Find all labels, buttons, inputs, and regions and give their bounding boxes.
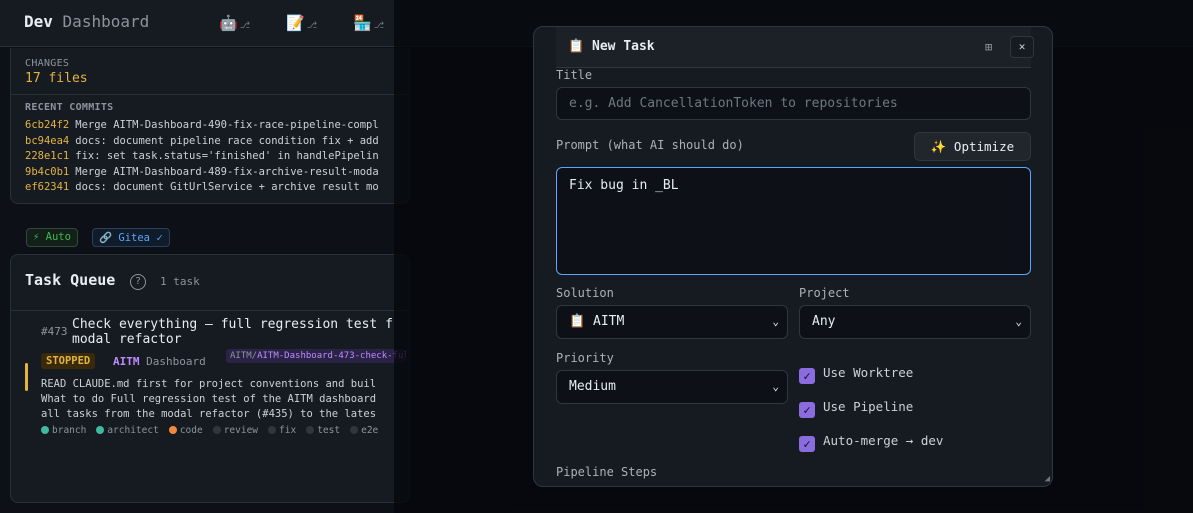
chevron-down-icon: ⌄ <box>772 380 779 393</box>
robot-icon[interactable]: 🤖 ⎇ <box>219 14 250 32</box>
solution-label: Solution <box>556 286 614 300</box>
status-dot-icon <box>96 426 105 434</box>
check-icon: ✓ <box>799 402 815 418</box>
prompt-label: Prompt (what AI should do) <box>556 138 744 152</box>
auto-pill[interactable]: ⚡ Auto <box>26 228 78 247</box>
status-dot-icon <box>350 426 359 434</box>
recent-commits-label: RECENT COMMITS <box>25 102 114 113</box>
memo-icon[interactable]: 📝 ⎇ <box>286 14 317 32</box>
status-dot-icon <box>306 426 315 434</box>
project-select[interactable]: Any ⌄ <box>799 305 1031 339</box>
pipeline-step-review: review <box>212 425 258 436</box>
chevron-down-icon: ⌄ <box>1015 315 1022 328</box>
changes-value: 17 files <box>25 71 88 86</box>
status-dot-icon <box>41 426 49 434</box>
pipeline-step-branch: branch <box>41 425 86 436</box>
pipeline-step-architect: architect <box>96 425 159 436</box>
divider <box>11 94 409 95</box>
pipeline-steps: branch architect code review fix test e2e <box>41 425 388 436</box>
pipeline-step-code: code <box>168 425 203 436</box>
modal-header: 📋 New Task ⊞ ✕ <box>556 27 1034 68</box>
task-title[interactable]: Check everything — full regression test … <box>72 317 402 347</box>
project-label: Project <box>799 286 850 300</box>
pipeline-step-e2e: e2e <box>350 425 378 436</box>
commit-row[interactable]: bc94ea4 docs: document pipeline race cond… <box>25 134 405 150</box>
task-description: READ CLAUDE.md first for project convent… <box>41 378 377 420</box>
use-pipeline-checkbox[interactable]: ✓ Use Pipeline <box>799 399 913 418</box>
status-dot-icon <box>212 426 221 434</box>
pipeline-steps-label: Pipeline Steps <box>556 465 658 479</box>
check-icon: ✓ <box>799 436 815 452</box>
task-queue-title: Task Queue <box>25 271 116 289</box>
title-input[interactable] <box>556 87 1031 120</box>
commit-row[interactable]: 228e1c1 fix: set task.status='finished' i… <box>25 149 405 165</box>
divider <box>11 310 409 311</box>
modal-title: 📋 New Task <box>568 39 655 54</box>
priority-select[interactable]: Medium ⌄ <box>556 370 788 404</box>
status-dot-icon <box>168 426 177 434</box>
use-worktree-checkbox[interactable]: ✓ Use Worktree <box>799 365 913 384</box>
commit-row[interactable]: 9b4c0b1 Merge AITM-Dashboard-489-fix-arch… <box>25 165 405 181</box>
task-queue-card: Task Queue ? 1 task #473 Check everythin… <box>10 254 410 503</box>
help-icon[interactable]: ? <box>130 274 146 290</box>
gitea-pill[interactable]: 🔗 Gitea ✓ <box>92 228 170 247</box>
pipeline-step-fix: fix <box>268 425 296 436</box>
expand-icon[interactable]: ⊞ <box>985 40 992 54</box>
task-number: #473 <box>41 325 68 338</box>
task-project: AITM Dashboard <box>113 355 206 368</box>
branch-tag[interactable]: AITM/AITM-Dashboard-473-check-full-regre… <box>226 349 406 363</box>
status-dot-icon <box>268 426 277 434</box>
store-icon[interactable]: 🏪 ⎇ <box>353 14 384 32</box>
status-accent-bar <box>25 363 28 391</box>
title-label: Title <box>556 68 593 82</box>
commit-row[interactable]: ef62341 docs: document GitUrlService + ar… <box>25 180 405 196</box>
chevron-down-icon: ⌄ <box>772 315 779 328</box>
status-badge: STOPPED <box>41 353 96 369</box>
clipboard-icon: 📋 <box>568 39 585 54</box>
task-count: 1 task <box>160 275 200 288</box>
repo-card: CHANGES 17 files RECENT COMMITS 6cb24f2 M… <box>10 48 410 204</box>
close-button[interactable]: ✕ <box>1010 36 1034 58</box>
new-task-modal: 📋 New Task ⊞ ✕ Title Prompt (what AI sho… <box>533 26 1053 487</box>
brand[interactable]: Dev Dashboard <box>24 12 149 31</box>
prompt-textarea[interactable] <box>556 167 1031 275</box>
changes-label: CHANGES <box>25 58 70 69</box>
priority-label: Priority <box>556 351 614 365</box>
solution-select[interactable]: 📋 AITM ⌄ <box>556 305 788 339</box>
pipeline-step-test: test <box>306 425 340 436</box>
optimize-button[interactable]: ✨ Optimize <box>914 132 1031 161</box>
commit-list: 6cb24f2 Merge AITM-Dashboard-490-fix-race… <box>25 118 405 196</box>
resize-grip-icon[interactable]: ◢ <box>1045 474 1050 484</box>
auto-merge-checkbox[interactable]: ✓ Auto-merge → dev <box>799 433 943 452</box>
commit-row[interactable]: 6cb24f2 Merge AITM-Dashboard-490-fix-race… <box>25 118 405 134</box>
check-icon: ✓ <box>799 368 815 384</box>
